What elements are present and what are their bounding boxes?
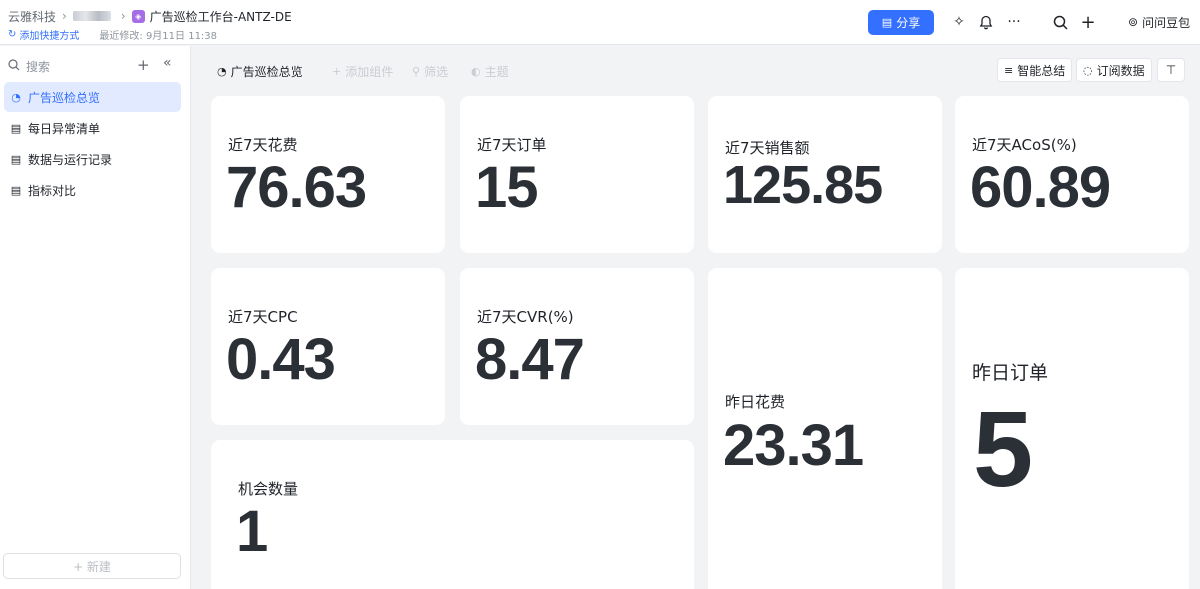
table-icon: ▤	[10, 121, 22, 135]
metric-card-cvr-7d[interactable]: 近7天CVR(%) 8.47	[460, 268, 694, 425]
bell-icon[interactable]	[976, 12, 996, 32]
bell-icon: ◌	[1083, 63, 1093, 77]
plus-icon: +	[332, 64, 342, 78]
clock-icon: ◔	[217, 64, 227, 78]
add-component-label: 添加组件	[345, 64, 394, 79]
search-placeholder: 搜索	[26, 59, 51, 74]
sidebar-item-label: 指标对比	[28, 183, 77, 198]
breadcrumb-workspace[interactable]: 云雅科技	[8, 8, 56, 25]
smart-summary-label: 智能总结	[1017, 63, 1066, 78]
ask-doubao-label: 问问豆包	[1142, 15, 1191, 30]
sidebar-item-overview[interactable]: ◔ 广告巡检总览	[4, 82, 181, 112]
metric-label: 近7天订单	[477, 136, 547, 154]
metric-value: 15	[475, 155, 539, 220]
doubao-icon: ⊚	[1128, 15, 1139, 29]
metric-card-orders-7d[interactable]: 近7天订单 15	[460, 96, 694, 253]
shortcut-icon: ↻	[8, 29, 17, 40]
present-icon: ⊤	[1165, 63, 1177, 77]
metric-label: 机会数量	[238, 480, 299, 498]
share-label: 分享	[896, 16, 921, 30]
add-shortcut-link[interactable]: ↻ 添加快捷方式	[8, 27, 79, 42]
sidebar-item-daily-exceptions[interactable]: ▤ 每日异常清单	[4, 113, 181, 143]
metric-label: 近7天CPC	[228, 308, 298, 326]
sidebar-item-label: 每日异常清单	[28, 121, 101, 136]
last-modified: 最近修改: 9月11日 11:38	[99, 31, 218, 42]
sidebar-item-metric-compare[interactable]: ▤ 指标对比	[4, 175, 181, 205]
theme-label: 主题	[484, 64, 509, 79]
metric-value: 0.43	[226, 327, 336, 392]
dashboard-toolbar: ◔ 广告巡检总览 + 添加组件 ⚲ 筛选 ◐ 主题 ≡ 智能总结 ◌ 订阅数据 …	[192, 46, 1200, 92]
doc-title-text: 广告巡检工作台-ANTZ-DE	[149, 9, 292, 24]
metric-label: 近7天CVR(%)	[477, 308, 574, 326]
metric-label: 近7天ACoS(%)	[972, 136, 1077, 154]
collapse-sidebar-icon[interactable]: «	[163, 55, 172, 71]
ask-doubao-button[interactable]: ⊚ 问问豆包	[1128, 12, 1190, 32]
metric-value: 125.85	[723, 155, 883, 215]
page-title: ◔ 广告巡检总览	[217, 62, 303, 80]
metric-card-acos-7d[interactable]: 近7天ACoS(%) 60.89	[955, 96, 1189, 253]
breadcrumb-blurred-folder[interactable]	[72, 11, 111, 21]
metric-card-cpc-7d[interactable]: 近7天CPC 0.43	[211, 268, 445, 425]
metric-label: 昨日花费	[725, 393, 786, 411]
add-page-icon[interactable]: +	[137, 56, 150, 74]
filter-button[interactable]: ⚲ 筛选	[412, 62, 448, 80]
metric-value: 8.47	[475, 327, 585, 392]
metric-card-spend-yesterday[interactable]: 昨日花费 23.31	[708, 268, 942, 589]
metric-label: 昨日订单	[972, 362, 1049, 384]
metric-value: 5	[973, 388, 1033, 509]
doc-meta-row: ↻ 添加快捷方式 最近修改: 9月11日 11:38	[8, 27, 217, 42]
table-icon: ▤	[10, 152, 22, 166]
share-doc-icon: ▤	[881, 16, 893, 29]
present-button[interactable]: ⊤	[1157, 58, 1185, 82]
chevron-right-icon: ›	[62, 9, 67, 23]
theme-button[interactable]: ◐ 主题	[471, 62, 509, 80]
sidebar: 搜索 + « ◔ 广告巡检总览 ▤ 每日异常清单 ▤ 数据与运行记录 ▤ 指标对…	[0, 46, 191, 589]
search-icon[interactable]	[1050, 12, 1070, 32]
filter-label: 筛选	[424, 64, 449, 79]
dashboard-doc-icon: ◈	[131, 9, 145, 23]
sidebar-item-label: 数据与运行记录	[28, 152, 113, 167]
metric-card-spend-7d[interactable]: 近7天花费 76.63	[211, 96, 445, 253]
chevron-right-icon: ›	[120, 9, 126, 23]
metric-value: 76.63	[226, 155, 367, 220]
summary-icon: ≡	[1004, 63, 1014, 77]
metric-value: 60.89	[970, 155, 1111, 220]
plugin-icon[interactable]: ✧	[949, 12, 969, 32]
sidebar-item-data-records[interactable]: ▤ 数据与运行记录	[4, 144, 181, 174]
subscribe-label: 订阅数据	[1096, 63, 1145, 78]
palette-icon: ◐	[471, 64, 481, 78]
metric-card-orders-yesterday[interactable]: 昨日订单 5	[955, 268, 1189, 589]
add-shortcut-label: 添加快捷方式	[19, 31, 80, 42]
search-icon	[8, 58, 20, 74]
metric-value: 1	[236, 499, 268, 564]
sidebar-item-label: 广告巡检总览	[28, 90, 101, 105]
plus-icon[interactable]: +	[1078, 12, 1098, 33]
sidebar-search[interactable]: 搜索	[8, 56, 182, 76]
clock-icon: ◔	[11, 90, 21, 104]
top-bar: 云雅科技 › › ◈ 广告巡检工作台-ANTZ-DE ↻ 添加快捷方式 最近修改…	[0, 0, 1200, 45]
smart-summary-button[interactable]: ≡ 智能总结	[997, 58, 1073, 82]
metric-value: 23.31	[723, 413, 864, 478]
breadcrumb: 云雅科技 › › ◈ 广告巡检工作台-ANTZ-DE	[8, 8, 292, 24]
doc-title: ◈ 广告巡检工作台-ANTZ-DE	[131, 8, 292, 25]
metric-card-sales-7d[interactable]: 近7天销售额 125.85	[708, 96, 942, 253]
page-title-text: 广告巡检总览	[230, 64, 303, 79]
filter-icon: ⚲	[412, 64, 421, 78]
add-component-button[interactable]: + 添加组件	[332, 62, 393, 80]
more-icon[interactable]: ···	[1004, 12, 1024, 32]
new-page-button[interactable]: + 新建	[3, 553, 181, 579]
metric-card-opportunities[interactable]: 机会数量 1	[211, 440, 694, 589]
metric-label: 近7天花费	[228, 136, 298, 154]
subscribe-button[interactable]: ◌ 订阅数据	[1076, 58, 1152, 82]
share-button[interactable]: ▤ 分享	[868, 10, 934, 35]
table-icon: ▤	[10, 183, 22, 197]
